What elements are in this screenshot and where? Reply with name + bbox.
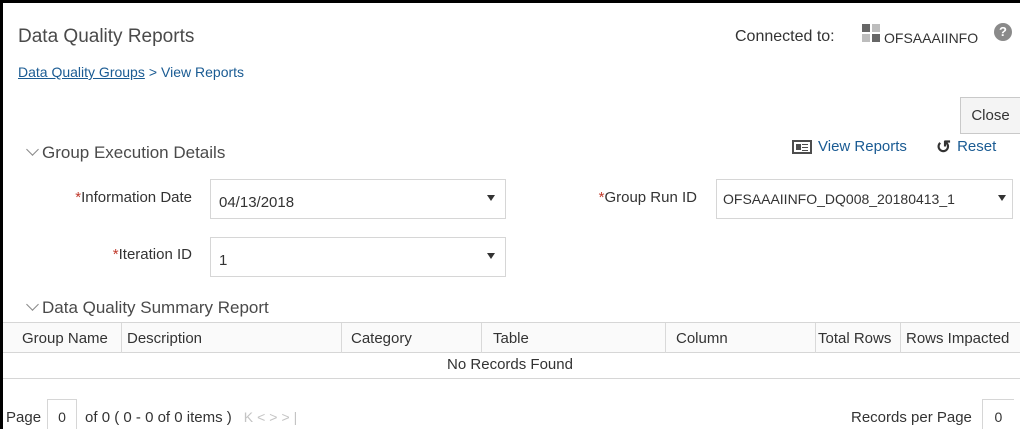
column-header-rows-impacted[interactable]: Rows Impacted bbox=[906, 330, 1009, 347]
records-per-page-input[interactable]: 0 bbox=[981, 399, 1014, 429]
connected-label: Connected to: bbox=[735, 28, 835, 45]
infodom-icon bbox=[862, 24, 880, 42]
group-run-id-value: OFSAAAIINFO_DQ008_20180413_1 bbox=[723, 191, 955, 207]
empty-table-message: No Records Found bbox=[447, 356, 573, 373]
breadcrumb-data-quality-groups[interactable]: Data Quality Groups bbox=[18, 64, 145, 80]
group-run-id-label: *Group Run ID bbox=[598, 189, 697, 206]
page-info: of 0 ( 0 - 0 of 0 items ) bbox=[85, 408, 232, 426]
iteration-id-value: 1 bbox=[219, 251, 228, 269]
group-execution-details-header[interactable]: Group Execution Details bbox=[26, 143, 226, 163]
table-divider bbox=[3, 378, 1020, 379]
column-header-column[interactable]: Column bbox=[676, 330, 728, 347]
summary-report-header[interactable]: Data Quality Summary Report bbox=[26, 298, 269, 318]
column-header-table[interactable]: Table bbox=[493, 330, 529, 347]
last-page-icon[interactable]: >| bbox=[281, 409, 301, 425]
pagination: Page 0 of 0 ( 0 - 0 of 0 items ) K<>>| bbox=[6, 399, 301, 429]
chevron-down-icon bbox=[26, 298, 39, 311]
information-date-value: 04/13/2018 bbox=[219, 193, 295, 211]
iteration-id-select[interactable]: 1 bbox=[210, 237, 506, 277]
breadcrumb-current: View Reports bbox=[161, 64, 245, 80]
page-title: Data Quality Reports bbox=[18, 26, 195, 47]
next-page-icon[interactable]: > bbox=[269, 409, 281, 425]
dropdown-arrow-icon bbox=[998, 195, 1006, 201]
view-reports-button[interactable]: View Reports bbox=[792, 138, 907, 155]
column-header-category[interactable]: Category bbox=[351, 330, 412, 347]
column-header-group-name[interactable]: Group Name bbox=[22, 330, 108, 347]
reset-icon: ↺ bbox=[936, 136, 952, 157]
close-button[interactable]: Close bbox=[960, 97, 1020, 134]
pager-nav: K<>>| bbox=[244, 409, 302, 425]
information-date-select[interactable]: 04/13/2018 bbox=[210, 179, 506, 219]
help-icon[interactable]: ? bbox=[994, 23, 1012, 41]
breadcrumb: Data Quality Groups > View Reports bbox=[18, 64, 244, 80]
column-divider bbox=[665, 323, 666, 353]
reset-button[interactable]: ↺ Reset bbox=[936, 136, 997, 157]
section-title: Group Execution Details bbox=[42, 143, 226, 162]
records-per-page: Records per Page 0 bbox=[851, 399, 1014, 429]
column-divider bbox=[121, 323, 122, 353]
previous-page-icon[interactable]: < bbox=[257, 409, 269, 425]
page-number-input[interactable]: 0 bbox=[47, 399, 78, 429]
breadcrumb-separator: > bbox=[148, 64, 158, 80]
first-page-icon[interactable]: K bbox=[244, 409, 257, 425]
column-divider bbox=[341, 323, 342, 353]
column-divider bbox=[481, 323, 482, 353]
connection-name: OFSAAAIINFO bbox=[884, 30, 979, 46]
records-per-page-label: Records per Page bbox=[851, 408, 972, 426]
view-reports-label: View Reports bbox=[818, 138, 907, 155]
column-divider bbox=[815, 323, 816, 353]
group-run-id-select[interactable]: OFSAAAIINFO_DQ008_20180413_1 bbox=[716, 179, 1013, 219]
information-date-label: *Information Date bbox=[75, 189, 192, 206]
column-header-total-rows[interactable]: Total Rows bbox=[818, 330, 891, 347]
section-title: Data Quality Summary Report bbox=[42, 298, 269, 317]
chevron-down-icon bbox=[26, 143, 39, 156]
report-icon bbox=[792, 139, 812, 154]
reset-label: Reset bbox=[957, 138, 997, 155]
iteration-id-label: *Iteration ID bbox=[112, 246, 192, 263]
dropdown-arrow-icon bbox=[487, 195, 495, 201]
column-header-description[interactable]: Description bbox=[127, 330, 202, 347]
column-divider bbox=[900, 323, 901, 353]
page-label: Page bbox=[6, 408, 42, 426]
dropdown-arrow-icon bbox=[487, 253, 495, 259]
table-header: Group Name Description Category Table Co… bbox=[3, 322, 1020, 353]
